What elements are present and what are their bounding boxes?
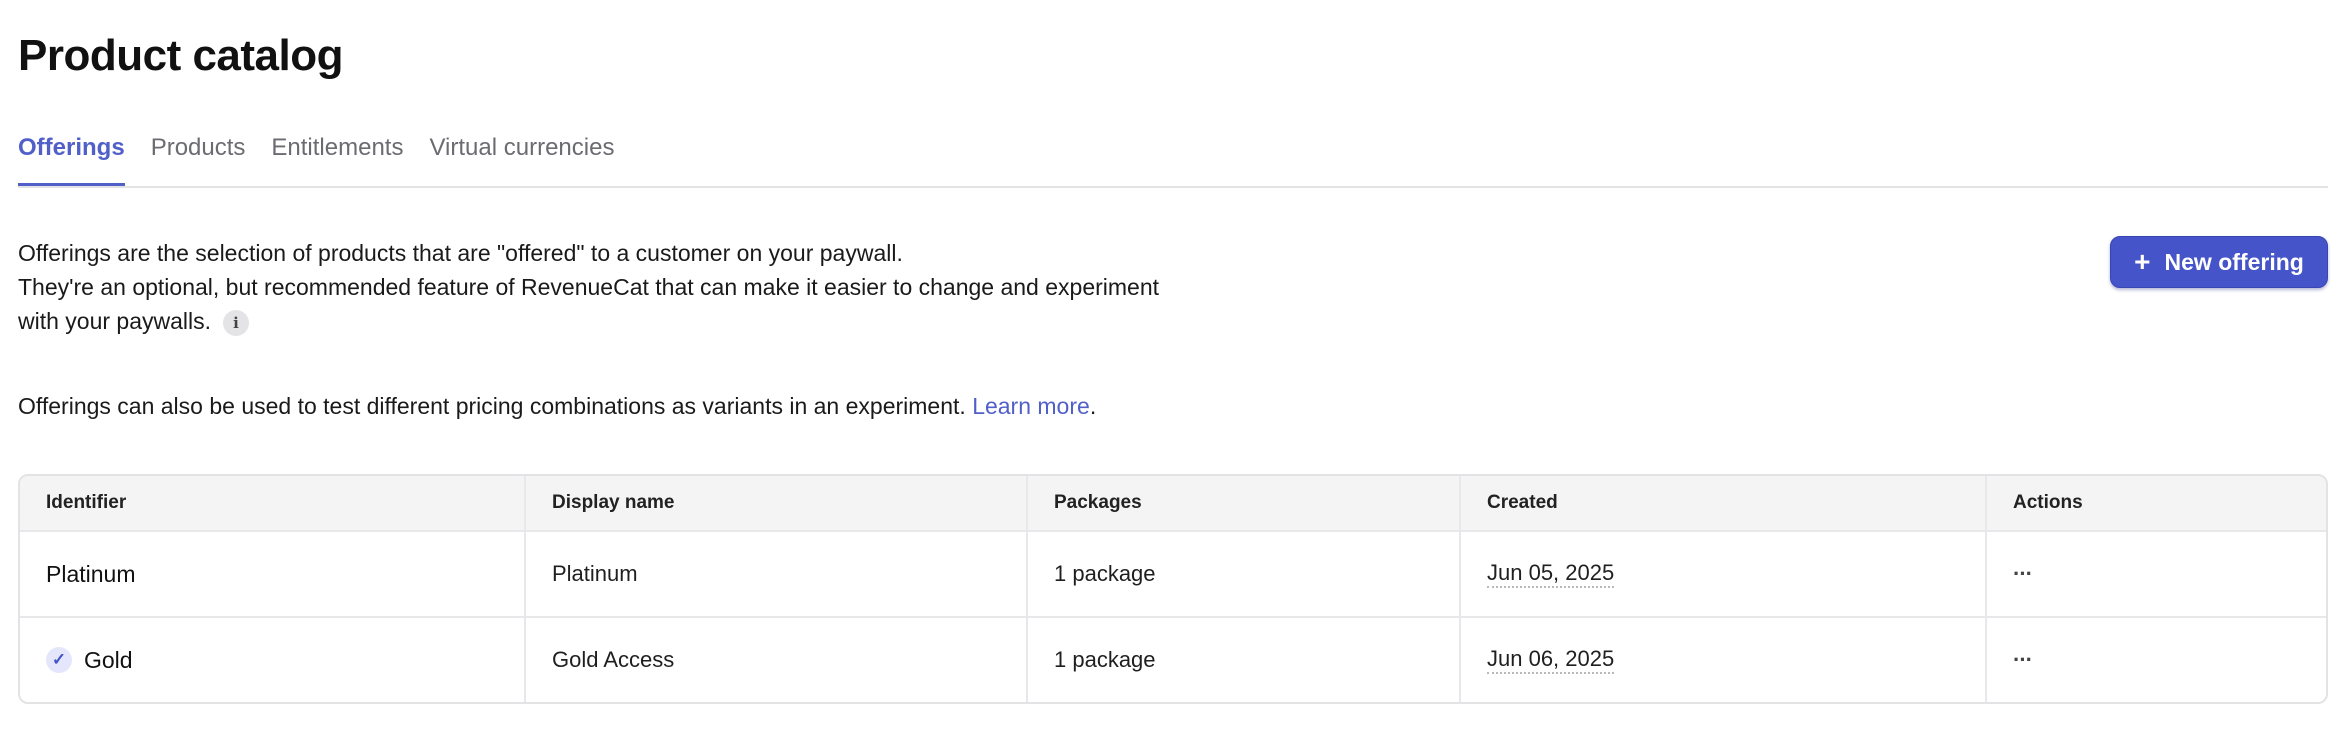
tab-entitlements[interactable]: Entitlements	[271, 126, 403, 184]
offering-identifier[interactable]: Gold	[84, 647, 133, 674]
description-line-2: They're an optional, but recommended fea…	[18, 274, 1160, 300]
experiment-note: Offerings can also be used to test diffe…	[18, 389, 1096, 423]
tab-bar: Offerings Products Entitlements Virtual …	[18, 126, 2328, 188]
product-catalog-page: Product catalog Offerings Products Entit…	[0, 0, 2350, 738]
identifier-cell: Platinum	[20, 532, 526, 616]
more-actions-icon[interactable]: ···	[2007, 557, 2038, 591]
packages-cell: 1 package	[1028, 618, 1461, 702]
page-title: Product catalog	[18, 31, 344, 80]
created-date: Jun 05, 2025	[1487, 560, 1615, 588]
experiment-note-text: Offerings can also be used to test diffe…	[18, 393, 966, 419]
column-header-actions: Actions	[2013, 492, 2083, 513]
offerings-description: Offerings are the selection of products …	[18, 236, 1218, 338]
column-header-created[interactable]: Created	[1461, 476, 1987, 530]
created-date: Jun 06, 2025	[1487, 646, 1615, 674]
more-actions-icon[interactable]: ···	[2007, 643, 2038, 677]
description-line-3: with your paywalls. i	[18, 304, 1218, 338]
experiment-note-period: .	[1089, 393, 1097, 419]
column-header-packages[interactable]: Packages	[1028, 476, 1461, 530]
new-offering-button[interactable]: + New offering	[2110, 236, 2328, 288]
tab-products[interactable]: Products	[151, 126, 246, 184]
created-cell: Jun 06, 2025	[1461, 618, 1987, 702]
table-row[interactable]: Platinum Platinum 1 package Jun 05, 2025…	[20, 532, 2326, 618]
display-name-cell: Platinum	[526, 532, 1028, 616]
actions-cell: ···	[1987, 618, 2326, 702]
column-header-display-name[interactable]: Display name	[526, 476, 1028, 530]
current-offering-check-icon: ✓	[46, 647, 72, 673]
identifier-cell: ✓ Gold	[20, 618, 526, 702]
description-line-3-text: with your paywalls.	[18, 308, 212, 334]
created-cell: Jun 05, 2025	[1461, 532, 1987, 616]
tab-virtual-currencies[interactable]: Virtual currencies	[429, 126, 614, 184]
new-offering-label: New offering	[2164, 248, 2304, 275]
table-header-row: Identifier Display name Packages Created…	[20, 476, 2326, 532]
packages-cell: 1 package	[1028, 532, 1461, 616]
offerings-table: Identifier Display name Packages Created…	[18, 474, 2328, 704]
table-row[interactable]: ✓ Gold Gold Access 1 package Jun 06, 202…	[20, 618, 2326, 702]
learn-more-link[interactable]: Learn more	[972, 393, 1090, 419]
info-icon[interactable]: i	[223, 309, 250, 336]
column-header-identifier[interactable]: Identifier	[20, 476, 526, 530]
display-name-cell: Gold Access	[526, 618, 1028, 702]
description-line-1: Offerings are the selection of products …	[18, 240, 903, 266]
tab-offerings[interactable]: Offerings	[18, 126, 125, 186]
plus-icon: +	[2134, 246, 2151, 277]
offering-identifier[interactable]: Platinum	[46, 561, 135, 588]
actions-cell: ···	[1987, 532, 2326, 616]
